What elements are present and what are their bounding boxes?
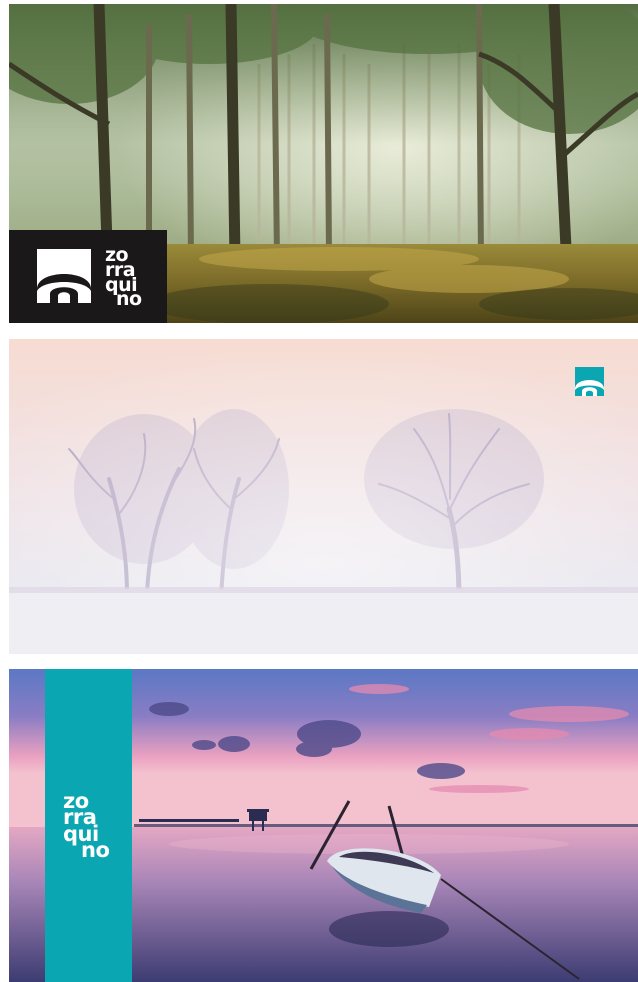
wordmark: zo rra qui no: [105, 246, 142, 309]
logo-block: zo rra qui no: [9, 230, 167, 323]
arch-square-icon-small: [575, 367, 604, 396]
arch-square-icon: [37, 249, 91, 303]
fog-photo: [9, 339, 638, 654]
logo-band: zo rra qui no: [45, 669, 132, 982]
fog-banner: [9, 339, 638, 654]
wordmark: zo rra qui no: [63, 790, 110, 861]
sunset-banner: zo rra qui no: [9, 669, 638, 982]
forest-banner: zo rra qui no: [9, 4, 638, 323]
